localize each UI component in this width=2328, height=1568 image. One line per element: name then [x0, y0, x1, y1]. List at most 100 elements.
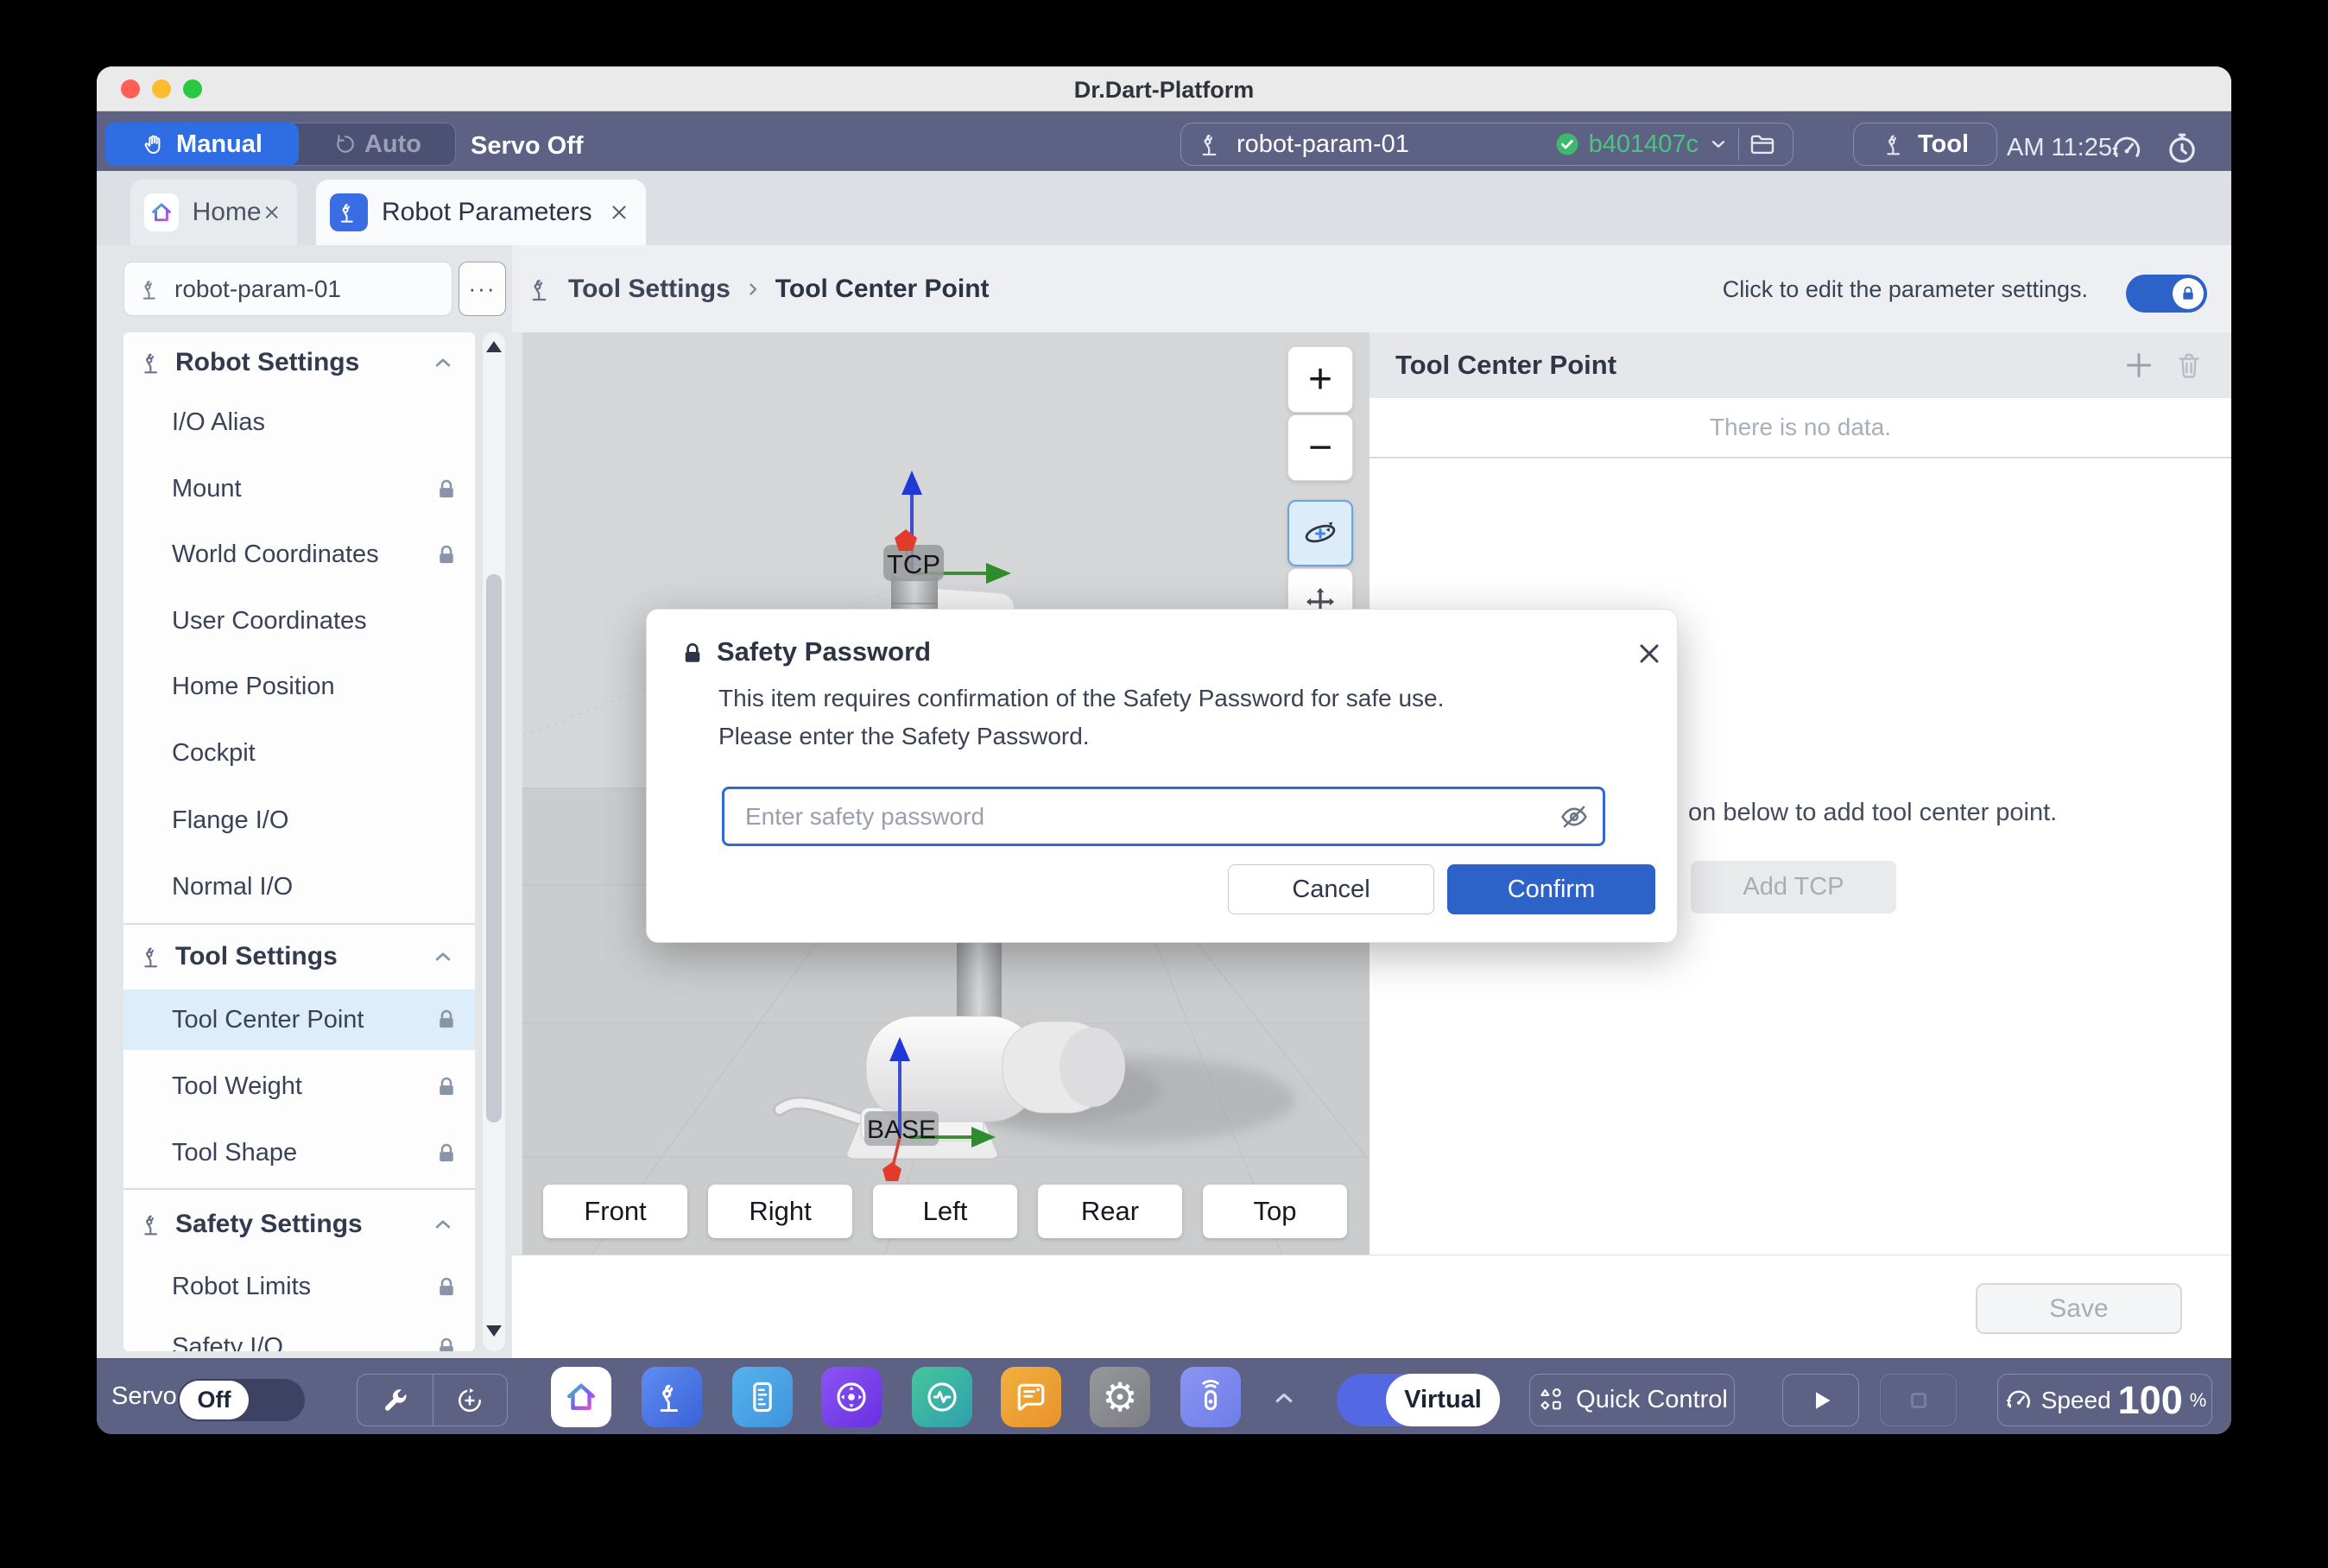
robot-icon: [139, 1211, 167, 1238]
chat-icon: [1012, 1378, 1050, 1416]
servo-label: Servo: [111, 1382, 177, 1411]
zoom-in-button[interactable]: +: [1287, 346, 1353, 413]
view-rear-button[interactable]: Rear: [1038, 1185, 1182, 1238]
sidebar-item-tool-weight[interactable]: Tool Weight: [123, 1053, 475, 1120]
chevron-up-icon[interactable]: [430, 1211, 456, 1237]
dialog-close-icon[interactable]: [1634, 638, 1665, 669]
dock-remote-app[interactable]: [1180, 1367, 1241, 1427]
manual-label: Manual: [176, 130, 263, 159]
confirm-button[interactable]: Confirm: [1447, 864, 1655, 914]
edit-lock-toggle[interactable]: [2126, 275, 2207, 313]
lock-icon: [433, 1074, 459, 1100]
dock-robot-params-app[interactable]: [642, 1367, 702, 1427]
quick-control-button[interactable]: Quick Control: [1529, 1374, 1735, 1426]
content-footer: Save: [512, 1255, 2231, 1358]
play-button[interactable]: [1782, 1374, 1859, 1426]
wrench-button[interactable]: [357, 1375, 433, 1426]
close-icon[interactable]: [262, 201, 282, 224]
lock-icon: [433, 477, 459, 503]
section-title: Robot Settings: [175, 348, 359, 377]
parameter-set-input[interactable]: robot-param-01: [123, 262, 452, 316]
tab-home[interactable]: Home: [130, 180, 297, 245]
manual-mode-button[interactable]: Manual: [105, 123, 299, 166]
sidebar-item-home-position[interactable]: Home Position: [123, 654, 475, 720]
dock-log-app[interactable]: [1001, 1367, 1061, 1427]
section-tool-settings[interactable]: Tool Settings: [123, 926, 475, 987]
timer-icon[interactable]: [2164, 130, 2200, 167]
section-robot-settings[interactable]: Robot Settings: [123, 332, 475, 393]
chevron-up-icon[interactable]: [430, 944, 456, 970]
folder-icon[interactable]: [1748, 130, 1777, 159]
more-label: ···: [469, 275, 497, 302]
add-tcp-hint-text: on below to add tool center point.: [1688, 799, 2057, 827]
stop-icon: [1903, 1385, 1934, 1416]
sidebar-item-normal-io[interactable]: Normal I/O: [123, 854, 475, 920]
orbit-icon: [1301, 515, 1339, 553]
dock-monitoring-app[interactable]: [912, 1367, 972, 1427]
speed-control[interactable]: Speed 100 %: [1997, 1374, 2212, 1426]
status-gauge-icon[interactable]: [2109, 130, 2145, 167]
home-icon: [562, 1378, 600, 1416]
breadcrumb-section[interactable]: Tool Settings: [568, 275, 731, 304]
scroll-down-icon[interactable]: [486, 1325, 502, 1337]
sidebar-more-button[interactable]: ···: [459, 262, 506, 316]
sidebar-item-robot-limits[interactable]: Robot Limits: [123, 1254, 475, 1320]
show-password-icon[interactable]: [1558, 800, 1591, 833]
dock-bar: Servo Off ⚙ Vir: [97, 1358, 2231, 1434]
sidebar-item-mount[interactable]: Mount: [123, 456, 475, 522]
add-icon[interactable]: [2122, 348, 2156, 383]
view-front-button[interactable]: Front: [543, 1185, 687, 1238]
project-selector[interactable]: robot-param-01 b401407c: [1180, 123, 1793, 166]
scrollbar-thumb[interactable]: [486, 574, 502, 1122]
sidebar-item-user-coordinates[interactable]: User Coordinates: [123, 588, 475, 654]
sidebar-item-io-alias[interactable]: I/O Alias: [123, 389, 475, 456]
chevron-down-icon[interactable]: [1707, 133, 1730, 155]
zoom-out-button[interactable]: −: [1287, 414, 1353, 481]
servo-toggle[interactable]: Off: [178, 1379, 305, 1421]
tab-bar: Home Robot Parameters: [97, 171, 2231, 245]
dialog-title: Safety Password: [717, 636, 931, 667]
recenter-button[interactable]: [433, 1375, 508, 1426]
view-right-button[interactable]: Right: [708, 1185, 852, 1238]
dock-expand-icon[interactable]: [1269, 1383, 1299, 1413]
sidebar-item-tool-center-point[interactable]: Tool Center Point: [123, 989, 475, 1050]
tool-button[interactable]: Tool: [1853, 123, 1997, 166]
dock-task-app[interactable]: [732, 1367, 793, 1427]
sidebar-item-flange-io[interactable]: Flange I/O: [123, 787, 475, 854]
tab-robot-parameters[interactable]: Robot Parameters: [316, 180, 646, 245]
dock-jog-app[interactable]: [821, 1367, 882, 1427]
safety-password-input[interactable]: [722, 787, 1605, 846]
close-icon[interactable]: [608, 201, 630, 224]
tcp-panel-title: Tool Center Point: [1395, 350, 1616, 381]
servo-status-text: Servo Off: [471, 132, 584, 161]
trash-icon[interactable]: [2173, 350, 2205, 381]
robot-doc-icon: [138, 276, 164, 302]
chevron-up-icon[interactable]: [430, 350, 456, 376]
cancel-button[interactable]: Cancel: [1228, 864, 1434, 914]
sidebar-item-world-coordinates[interactable]: World Coordinates: [123, 522, 475, 588]
dock-home-app[interactable]: [551, 1367, 611, 1427]
virtual-mode-toggle[interactable]: Virtual: [1337, 1374, 1500, 1426]
tool-stand-icon: [1882, 130, 1909, 158]
window-title: Dr.Dart-Platform: [97, 77, 2231, 104]
add-tcp-button[interactable]: Add TCP: [1691, 861, 1896, 914]
sidebar-item-safety-io[interactable]: Safety I/O: [123, 1314, 475, 1351]
section-safety-settings[interactable]: Safety Settings: [123, 1194, 475, 1255]
orbit-tool-button[interactable]: [1287, 500, 1353, 566]
lock-icon: [433, 1141, 459, 1167]
empty-message: There is no data.: [1370, 398, 2231, 458]
stop-button[interactable]: [1880, 1374, 1957, 1426]
remote-icon: [1192, 1378, 1230, 1416]
sidebar-item-tool-shape[interactable]: Tool Shape: [123, 1120, 475, 1186]
auto-mode-button[interactable]: Auto: [299, 123, 456, 165]
dock-settings-app[interactable]: ⚙: [1090, 1367, 1150, 1427]
tab-home-label: Home: [193, 198, 262, 227]
save-button[interactable]: Save: [1976, 1283, 2182, 1334]
view-left-button[interactable]: Left: [873, 1185, 1017, 1238]
svg-text:BASE: BASE: [867, 1116, 936, 1144]
scroll-up-icon[interactable]: [486, 341, 502, 352]
sidebar-item-cockpit[interactable]: Cockpit: [123, 720, 475, 787]
view-top-button[interactable]: Top: [1203, 1185, 1347, 1238]
sidebar-scrollbar[interactable]: [483, 332, 505, 1351]
section-title: Safety Settings: [175, 1210, 363, 1239]
